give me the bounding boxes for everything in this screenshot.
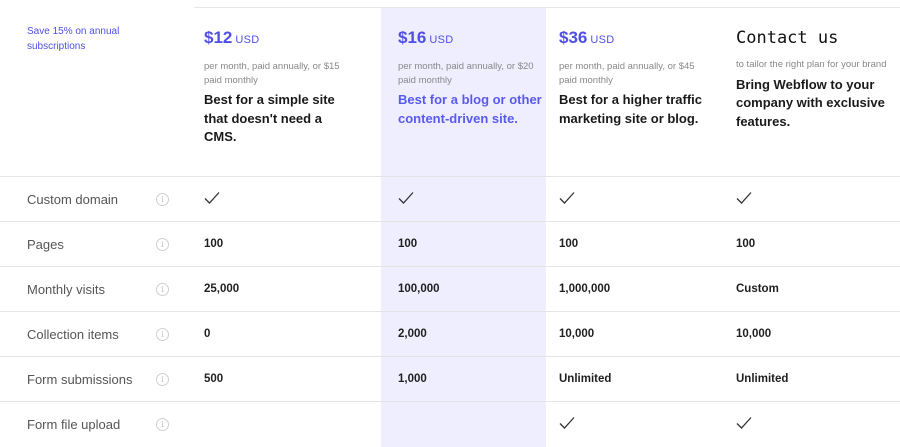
contact-us-link[interactable]: Contact us	[736, 24, 896, 52]
feature-value: Unlimited	[559, 373, 612, 385]
feature-value: 1,000	[398, 373, 427, 385]
feature-row: Monthly visits i 25,000 100,000 1,000,000 Cus…	[0, 267, 900, 312]
feature-label: Collection items	[27, 327, 119, 342]
annual-discount-note: Save 15% on annual subscriptions	[27, 26, 120, 52]
plan-billing-terms: per month, paid annually, or $45 paid mo…	[559, 61, 695, 86]
plan-billing-terms: to tailor the right plan for your brand	[736, 59, 887, 70]
info-icon[interactable]: i	[156, 373, 169, 386]
checkmark-icon	[398, 177, 418, 222]
checkmark-icon	[559, 177, 579, 222]
plan-header-basic: $12 USD per month, paid annually, or $15 …	[204, 24, 364, 147]
feature-label: Monthly visits	[27, 282, 106, 297]
info-icon[interactable]: i	[156, 418, 169, 431]
info-icon[interactable]: i	[156, 193, 169, 206]
feature-value: Unlimited	[736, 373, 789, 385]
feature-value: 10,000	[559, 328, 595, 340]
feature-label: Pages	[27, 237, 64, 252]
plan-description: Best for a blog or other content-driven …	[398, 92, 542, 126]
feature-value: 100	[204, 238, 224, 250]
plan-price: $16 USD	[398, 24, 558, 54]
price-currency: USD	[235, 34, 260, 46]
header-top-divider	[194, 7, 900, 8]
plan-description: Bring Webflow to your company with exclu…	[736, 76, 885, 129]
plan-header-enterprise: Contact us to tailor the right plan for …	[736, 24, 896, 131]
feature-value: 25,000	[204, 283, 240, 295]
feature-value: 2,000	[398, 328, 427, 340]
price-amount: $16	[398, 28, 427, 47]
price-currency: USD	[429, 34, 454, 46]
feature-row: Custom domain i	[0, 177, 900, 222]
checkmark-icon	[204, 177, 224, 222]
feature-label: Custom domain	[27, 192, 119, 207]
plan-description: Best for a simple site that doesn't need…	[204, 92, 335, 144]
feature-row: Collection items i 0 2,000 10,000 10,000	[0, 312, 900, 357]
checkmark-icon	[736, 402, 756, 447]
feature-value: Custom	[736, 283, 779, 295]
plan-header-cms: $16 USD per month, paid annually, or $20 …	[398, 24, 558, 128]
feature-label: Form submissions	[27, 372, 133, 387]
feature-value: 0	[204, 328, 211, 340]
price-amount: $12	[204, 28, 233, 47]
info-icon[interactable]: i	[156, 328, 169, 341]
checkmark-icon	[559, 402, 579, 447]
plan-header-business: $36 USD per month, paid annually, or $45 …	[559, 24, 719, 128]
price-amount: $36	[559, 28, 588, 47]
plan-description: Best for a higher traffic marketing site…	[559, 92, 703, 126]
price-currency: USD	[590, 34, 615, 46]
feature-label: Form file upload	[27, 417, 121, 432]
feature-value: 10,000	[736, 328, 772, 340]
feature-row: Form file upload i	[0, 402, 900, 447]
feature-row: Pages i 100 100 100 100	[0, 222, 900, 267]
feature-row: Form submissions i 500 1,000 Unlimited Unlimi…	[0, 357, 900, 402]
info-icon[interactable]: i	[156, 238, 169, 251]
info-icon[interactable]: i	[156, 283, 169, 296]
plan-billing-terms: per month, paid annually, or $20 paid mo…	[398, 61, 534, 86]
feature-value: 100	[736, 238, 756, 250]
checkmark-icon	[736, 177, 756, 222]
feature-value: 500	[204, 373, 224, 385]
pricing-table: Save 15% on annual subscriptions $12 USD …	[0, 0, 900, 447]
feature-value: 100	[559, 238, 579, 250]
plan-price: $36 USD	[559, 24, 719, 54]
feature-value: 100	[398, 238, 418, 250]
plan-price: $12 USD	[204, 24, 364, 54]
plan-billing-terms: per month, paid annually, or $15 paid mo…	[204, 61, 340, 86]
feature-value: 100,000	[398, 283, 440, 295]
feature-value: 1,000,000	[559, 283, 611, 295]
